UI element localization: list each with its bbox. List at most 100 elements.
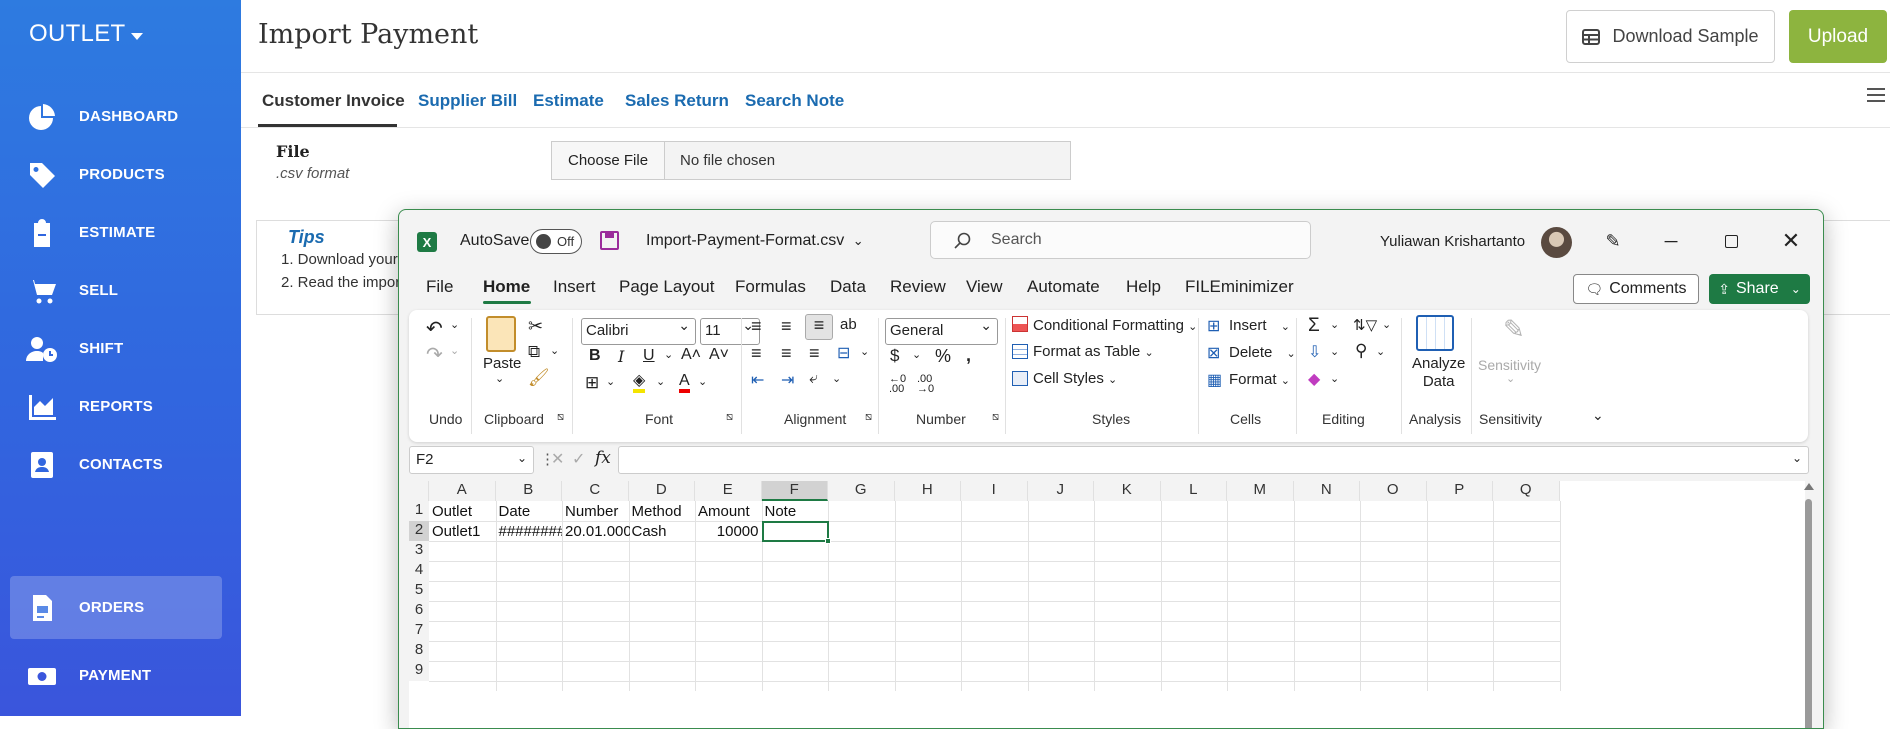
cell-a1[interactable]: Outlet: [429, 501, 496, 521]
column-header-f[interactable]: F: [761, 481, 828, 501]
column-header-m[interactable]: M: [1227, 481, 1294, 501]
pen-icon[interactable]: ✎: [1598, 226, 1628, 256]
avatar[interactable]: [1541, 227, 1572, 258]
row-header-7[interactable]: 7: [409, 621, 429, 641]
chevron-down-icon[interactable]: ⌄: [860, 345, 869, 358]
column-header-a[interactable]: A: [429, 481, 496, 501]
row-header-4[interactable]: 4: [409, 561, 429, 581]
column-header-g[interactable]: G: [828, 481, 895, 501]
column-header-p[interactable]: P: [1426, 481, 1493, 501]
column-header-q[interactable]: Q: [1493, 481, 1560, 501]
align-middle-icon[interactable]: ≡: [781, 316, 792, 337]
menu-tab-help[interactable]: Help: [1126, 277, 1161, 297]
cell-d2[interactable]: Cash: [629, 521, 696, 541]
currency-icon[interactable]: $: [890, 346, 899, 366]
chevron-down-icon[interactable]: ⌄: [698, 375, 707, 388]
underline-icon[interactable]: U: [643, 347, 655, 365]
cell-e2[interactable]: 10000: [695, 521, 762, 541]
chevron-down-icon[interactable]: ⌄: [912, 348, 921, 361]
selected-cell-f2[interactable]: [761, 521, 829, 542]
italic-icon[interactable]: I: [618, 347, 624, 366]
row-header-2[interactable]: 2: [409, 521, 429, 541]
row-header-6[interactable]: 6: [409, 601, 429, 621]
sidebar-item-dashboard[interactable]: DASHBOARD: [10, 85, 222, 148]
fill-icon[interactable]: ⇩: [1308, 342, 1321, 362]
insert-function-icon[interactable]: fx: [595, 448, 611, 468]
cell-styles-button[interactable]: Cell Styles ⌄: [1033, 370, 1117, 387]
vertical-scrollbar[interactable]: [1803, 481, 1814, 728]
dialog-launcher-icon[interactable]: ⧅: [557, 411, 564, 424]
row-header-9[interactable]: 9: [409, 661, 429, 681]
bold-icon[interactable]: B: [589, 347, 601, 365]
file-input[interactable]: Choose File No file chosen: [551, 141, 1071, 180]
analyze-data-icon[interactable]: [1416, 315, 1454, 351]
menu-tab-review[interactable]: Review: [890, 277, 946, 297]
save-icon[interactable]: [600, 231, 619, 250]
insert-cells-button[interactable]: Insert ⌄: [1229, 317, 1290, 334]
collapse-ribbon-icon[interactable]: ⌄: [1592, 407, 1604, 424]
font-name-select[interactable]: Calibri: [581, 317, 696, 345]
wrap-text-icon[interactable]: ⤶: [809, 370, 818, 388]
column-header-b[interactable]: B: [495, 481, 562, 501]
tab-customer-invoice[interactable]: Customer Invoice: [262, 91, 405, 111]
orientation-icon[interactable]: ab: [840, 316, 857, 333]
format-painter-icon[interactable]: 🖌: [528, 368, 550, 388]
increase-font-icon[interactable]: A˄: [681, 346, 701, 364]
find-icon[interactable]: ⚲: [1355, 341, 1367, 361]
chevron-down-icon[interactable]: ⌄: [1330, 318, 1339, 331]
chevron-down-icon[interactable]: ⌄: [495, 372, 504, 385]
column-header-d[interactable]: D: [628, 481, 695, 501]
chevron-down-icon[interactable]: ⌄: [606, 375, 615, 388]
column-header-k[interactable]: K: [1094, 481, 1161, 501]
autosum-icon[interactable]: Σ: [1308, 315, 1320, 337]
chevron-down-icon[interactable]: ⌄: [664, 348, 673, 361]
dialog-launcher-icon[interactable]: ⧅: [992, 411, 999, 424]
borders-icon[interactable]: ⊞: [585, 373, 599, 393]
chevron-down-icon[interactable]: ⌄: [1382, 318, 1391, 331]
tab-sales-return[interactable]: Sales Return: [625, 91, 729, 111]
scrollbar-thumb[interactable]: [1805, 499, 1812, 728]
chevron-down-icon[interactable]: ⌄: [1792, 451, 1802, 465]
row-header-5[interactable]: 5: [409, 581, 429, 601]
column-header-n[interactable]: N: [1293, 481, 1360, 501]
chevron-down-icon[interactable]: ⌄: [1376, 345, 1385, 358]
column-header-o[interactable]: O: [1360, 481, 1427, 501]
row-header-8[interactable]: 8: [409, 641, 429, 661]
number-format-select[interactable]: General: [885, 317, 998, 345]
column-header-l[interactable]: L: [1160, 481, 1227, 501]
filename-dropdown[interactable]: Import-Payment-Format.csv ⌄: [646, 232, 864, 250]
undo-icon[interactable]: ↶: [426, 316, 443, 341]
column-header-e[interactable]: E: [695, 481, 762, 501]
font-color-icon[interactable]: A: [679, 372, 690, 393]
paste-label[interactable]: Paste: [483, 355, 521, 372]
increase-indent-icon[interactable]: ⇥: [781, 370, 794, 390]
sidebar-item-products[interactable]: PRODUCTS: [10, 143, 222, 206]
sidebar-item-reports[interactable]: REPORTS: [10, 375, 222, 438]
sidebar-item-contacts[interactable]: CONTACTS: [10, 433, 222, 496]
sidebar-item-payment[interactable]: PAYMENT: [10, 644, 222, 707]
upload-button[interactable]: Upload: [1789, 10, 1887, 63]
format-cells-button[interactable]: Format ⌄: [1229, 371, 1290, 388]
copy-icon[interactable]: ⧉: [528, 342, 540, 362]
tab-supplier-bill[interactable]: Supplier Bill: [418, 91, 517, 111]
chevron-down-icon[interactable]: ⌄: [832, 372, 841, 385]
download-sample-button[interactable]: Download Sample: [1566, 10, 1775, 63]
tab-search-note[interactable]: Search Note: [745, 91, 844, 111]
minimize-icon[interactable]: ─: [1656, 226, 1686, 256]
hamburger-menu-icon[interactable]: [1867, 88, 1885, 103]
cell-b2[interactable]: ########: [496, 521, 563, 541]
cell-b1[interactable]: Date: [496, 501, 563, 521]
chevron-down-icon[interactable]: ⌄: [550, 344, 559, 357]
menu-tab-file[interactable]: File: [426, 277, 453, 297]
chevron-down-icon[interactable]: ⌄: [1330, 345, 1339, 358]
cut-icon[interactable]: ✂: [528, 316, 543, 337]
scroll-up-icon[interactable]: [1804, 483, 1814, 490]
choose-file-button[interactable]: Choose File: [552, 142, 666, 179]
align-left-icon[interactable]: ≡: [751, 343, 762, 364]
column-header-i[interactable]: I: [961, 481, 1028, 501]
menu-tab-view[interactable]: View: [966, 277, 1003, 297]
fill-handle[interactable]: [825, 538, 831, 544]
share-button[interactable]: ⇪ Share ⌄: [1709, 274, 1810, 304]
decrease-decimal-icon[interactable]: .00 →0: [917, 374, 934, 395]
column-header-c[interactable]: C: [562, 481, 629, 501]
